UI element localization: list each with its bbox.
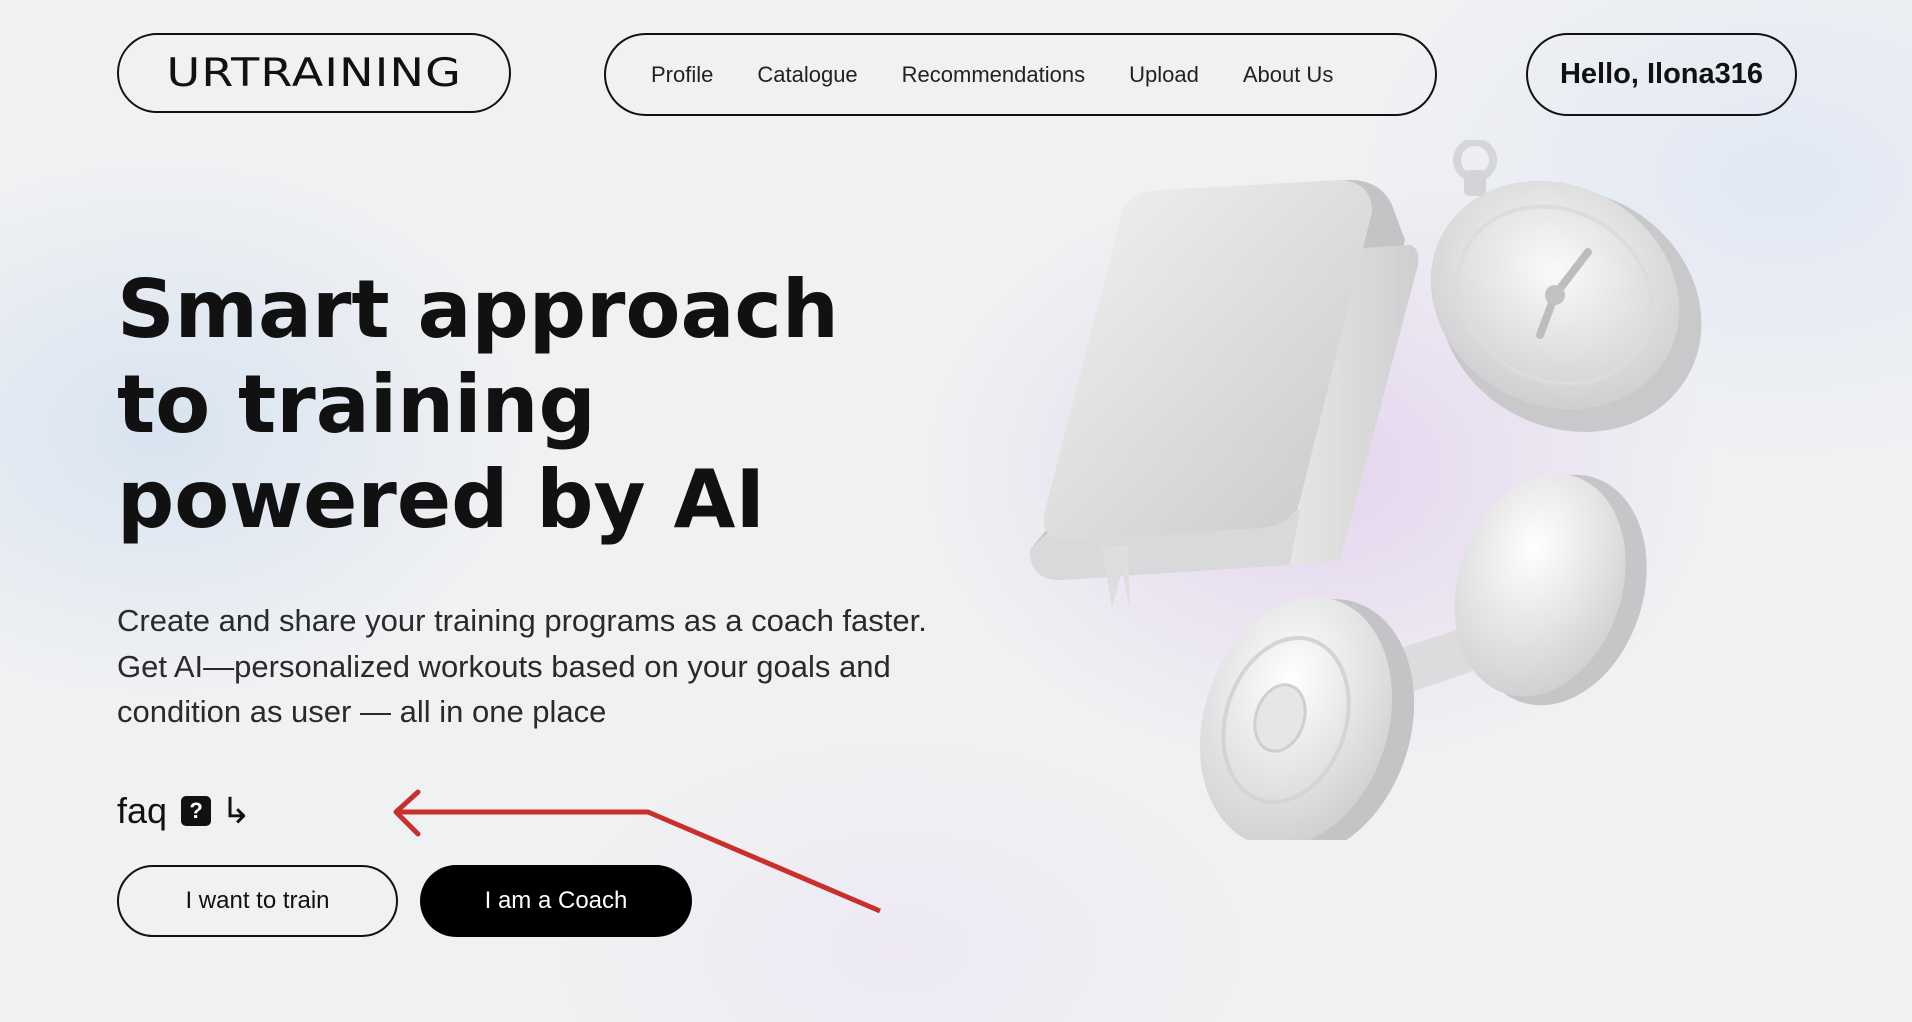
headline-line-3: powered by AI (117, 453, 766, 546)
logo[interactable]: URTRAINING (117, 33, 511, 113)
headline-line-2: to training (117, 358, 596, 451)
faq-label: faq (117, 790, 168, 831)
nav-about-us[interactable]: About Us (1243, 62, 1334, 88)
fitness-illustration (1030, 140, 1702, 840)
faq-link[interactable]: faq ? ↳ (117, 790, 251, 832)
want-to-train-button[interactable]: I want to train (117, 865, 398, 937)
hero-headline: Smart approach to training powered by AI (117, 262, 937, 547)
logo-text: URTRAINING (166, 50, 462, 96)
main-nav: Profile Catalogue Recommendations Upload… (604, 33, 1437, 116)
book-icon (1030, 180, 1419, 610)
arrow-down-right-icon: ↳ (221, 790, 252, 831)
stopwatch-icon (1430, 140, 1702, 432)
headline-line-1: Smart approach (117, 263, 839, 356)
hero-description: Create and share your training programs … (117, 603, 927, 729)
question-icon: ? (181, 796, 212, 826)
nav-recommendations[interactable]: Recommendations (902, 62, 1085, 88)
nav-upload[interactable]: Upload (1129, 62, 1199, 88)
i-am-coach-button[interactable]: I am a Coach (420, 865, 692, 937)
nav-catalogue[interactable]: Catalogue (757, 62, 857, 88)
nav-profile[interactable]: Profile (651, 62, 713, 88)
user-greeting-button[interactable]: Hello, Ilona316 (1526, 33, 1797, 116)
